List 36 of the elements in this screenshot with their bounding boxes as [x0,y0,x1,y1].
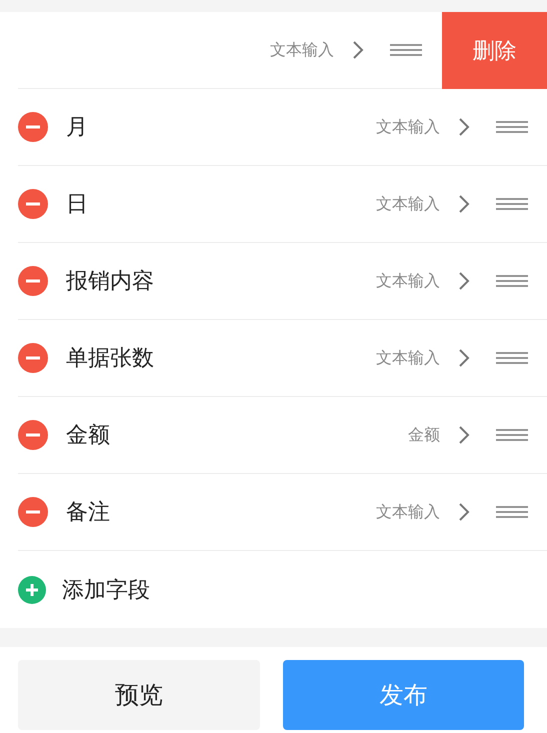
field-type-label: 金额 [408,424,440,446]
field-type-label: 文本输入 [376,116,440,138]
drag-handle-icon[interactable] [390,43,422,57]
drag-handle-icon[interactable] [496,351,528,365]
add-field-link[interactable]: 添加字段 [62,574,150,604]
drag-handle-icon[interactable] [496,120,528,134]
chevron-right-icon[interactable] [352,40,364,60]
field-name: 报销内容 [66,268,155,296]
field-type-label: 文本输入 [376,502,440,522]
chevron-right-icon[interactable] [458,502,470,522]
preview-button[interactable]: 预览 [18,660,260,730]
field-name: 月 [66,114,89,142]
field-name: 备注 [66,499,111,527]
chevron-right-icon[interactable] [458,348,470,368]
field-name: 金额 [66,422,111,450]
remove-icon[interactable] [18,497,48,527]
field-name: 单据张数 [66,345,155,373]
remove-icon[interactable] [18,189,48,219]
field-type-label: 文本输入 [376,194,440,214]
drag-handle-icon[interactable] [496,274,528,288]
field-name: 日 [66,191,89,219]
drag-handle-icon[interactable] [496,428,528,442]
chevron-right-icon[interactable] [458,117,470,137]
drag-handle-icon[interactable] [496,197,528,211]
remove-icon[interactable] [18,266,48,296]
chevron-right-icon[interactable] [458,425,470,445]
drag-handle-icon[interactable] [496,505,528,519]
chevron-right-icon[interactable] [458,194,470,214]
remove-icon[interactable] [18,112,48,142]
remove-icon[interactable] [18,343,48,373]
field-type-label: 文本输入 [376,270,440,292]
field-type-label: 文本输入 [270,40,334,60]
field-type-label: 文本输入 [376,348,440,368]
remove-icon[interactable] [18,420,48,450]
add-icon[interactable] [18,576,46,604]
chevron-right-icon[interactable] [458,271,470,291]
